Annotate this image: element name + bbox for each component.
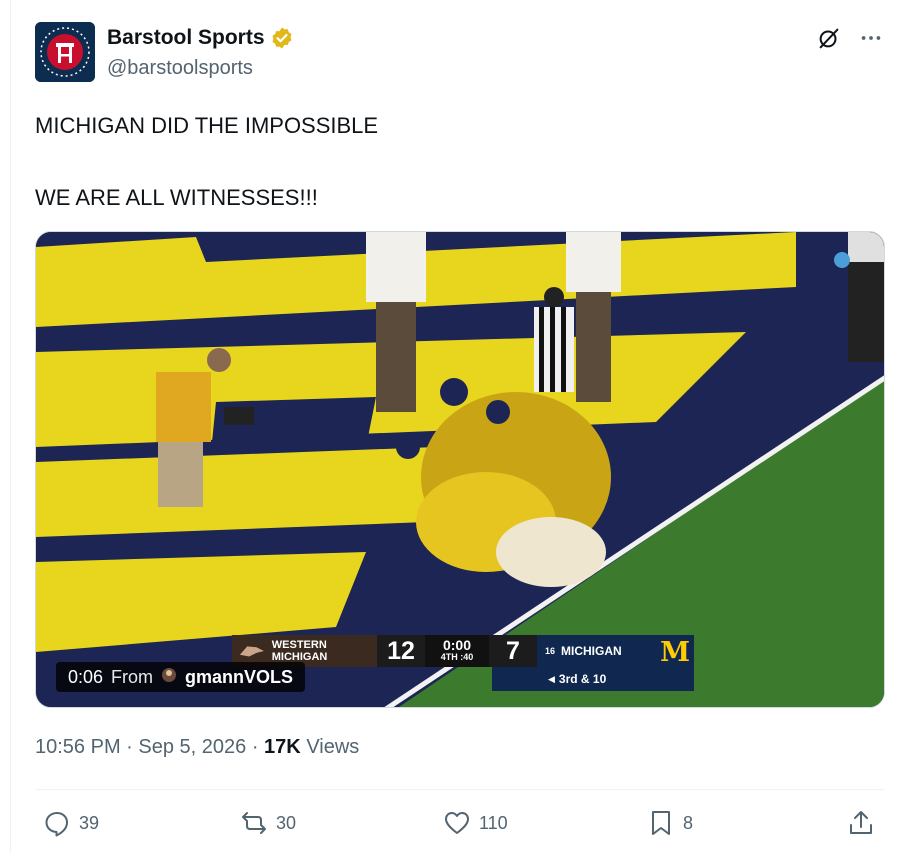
away-team-name: WESTERN MICHIGAN xyxy=(271,639,328,663)
verified-badge-icon[interactable] xyxy=(270,26,294,50)
action-bar: 39 30 110 8 xyxy=(35,805,885,841)
views-count: 17K xyxy=(264,736,301,758)
video-attribution[interactable]: 0:06 From gmannVOLS xyxy=(56,662,306,692)
bookmark-count: 8 xyxy=(683,812,694,833)
share-icon xyxy=(850,811,872,834)
bookmark-button[interactable]: 8 xyxy=(647,805,693,841)
views-label: Views xyxy=(306,736,360,758)
reply-button[interactable]: 39 xyxy=(43,805,99,841)
tweet-text: MICHIGAN DID THE IMPOSSIBLE WE ARE ALL W… xyxy=(35,108,875,216)
away-score: 12 xyxy=(377,635,425,667)
reply-icon xyxy=(45,812,68,837)
video-player[interactable]: WESTERN MICHIGAN 12 0:00 4TH :40 7 16 MI… xyxy=(35,231,885,708)
repost-icon xyxy=(242,812,266,834)
like-button[interactable]: 110 xyxy=(443,805,508,841)
home-team: 16 MICHIGAN M xyxy=(537,635,694,668)
home-score: 7 xyxy=(489,635,537,667)
timeline-border xyxy=(10,0,11,853)
clock-time: 0:00 xyxy=(442,637,472,653)
possession-arrow-icon: ◀ xyxy=(548,673,555,684)
tweet-time[interactable]: 10:56 PM xyxy=(35,736,121,758)
home-team-name: MICHIGAN xyxy=(561,644,622,658)
game-clock: 0:00 4TH :40 xyxy=(425,635,489,667)
like-count: 110 xyxy=(479,812,508,833)
share-button[interactable] xyxy=(847,805,875,841)
bronco-logo-icon xyxy=(239,646,264,657)
tweet-line-1: MICHIGAN DID THE IMPOSSIBLE xyxy=(35,113,379,138)
divider xyxy=(35,789,885,790)
reply-count: 39 xyxy=(79,812,100,833)
video-time: 0:06 xyxy=(68,666,104,687)
handle[interactable]: @barstoolsports xyxy=(107,57,253,80)
home-rank: 16 xyxy=(545,646,556,656)
avatar[interactable] xyxy=(35,22,95,82)
from-label: From xyxy=(111,666,154,687)
tweet-date[interactable]: Sep 5, 2026 xyxy=(138,736,246,758)
bookmark-icon xyxy=(652,811,670,835)
display-name[interactable]: Barstool Sports xyxy=(107,26,265,50)
barstool-logo-icon xyxy=(35,22,95,82)
clock-quarter: 4TH :40 xyxy=(440,652,474,662)
tweet-meta: 10:56 PM · Sep 5, 2026 · 17K Views xyxy=(35,736,360,758)
source-user[interactable]: gmannVOLS xyxy=(185,667,293,688)
tweet-line-2: WE ARE ALL WITNESSES!!! xyxy=(35,185,318,210)
down-text: 3rd & 10 xyxy=(558,672,607,686)
tweet-header: Barstool Sports @barstoolsports xyxy=(35,22,885,82)
more-options-icon[interactable] xyxy=(857,24,885,52)
down-and-distance: ◀ 3rd & 10 xyxy=(492,667,694,691)
heart-icon xyxy=(445,812,469,834)
repost-button[interactable]: 30 xyxy=(240,805,296,841)
grok-icon[interactable] xyxy=(815,24,843,52)
michigan-logo-icon: M xyxy=(660,637,690,668)
source-avatar-icon xyxy=(161,667,177,688)
repost-count: 30 xyxy=(276,812,297,833)
